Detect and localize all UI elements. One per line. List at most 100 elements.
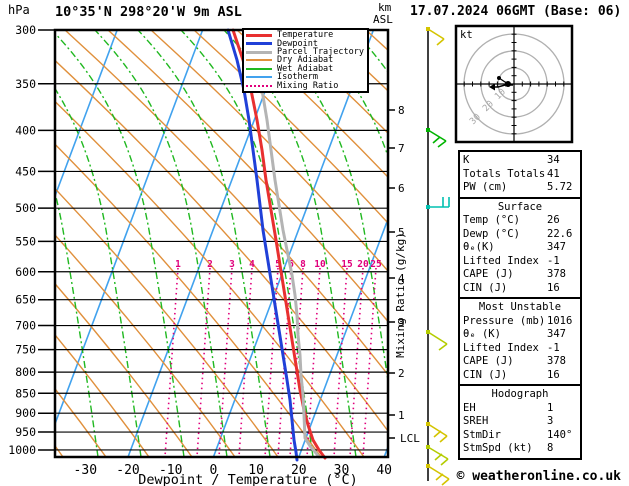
- pressure-tick-label: 800: [15, 365, 36, 379]
- pressure-tick-label: 500: [15, 201, 36, 215]
- mixing-ratio-value: 20: [357, 259, 369, 270]
- panel-row: CIN (J) 16: [463, 282, 577, 296]
- panel-row: StmSpd (kt) 8: [463, 442, 577, 456]
- pressure-tick-label: 550: [15, 234, 36, 248]
- panel-row-value: 22.6: [547, 227, 573, 240]
- mixing-ratio-value: 15: [341, 259, 353, 270]
- pressure-tick-label: 600: [15, 265, 36, 279]
- panel-row-label: K: [463, 154, 470, 166]
- hodograph-point-dot: [497, 76, 501, 80]
- panel-row-label: CAPE (J): [463, 268, 514, 280]
- panel-section-most-unstable: Most Unstable Pressure (mb) 1016 θₑ (K) 347 L…: [458, 297, 582, 386]
- panel-row: θₑ(K) 347: [463, 241, 577, 255]
- mixing-ratio-line: [196, 267, 211, 457]
- wind-barb-flag: [433, 430, 442, 438]
- hodograph-storm-motion-dot: [505, 81, 511, 87]
- legend-row: Mixing Ratio: [246, 80, 365, 91]
- mixing-ratio-axis-label: Mixing Ratio (g/kg): [394, 232, 407, 358]
- wind-barb-flag: [435, 473, 444, 481]
- temp-tick-label: -20: [116, 463, 139, 478]
- km-tick-label: 8: [398, 104, 405, 117]
- panel-row-value: 1016: [547, 314, 573, 327]
- panel-section-title: Surface: [497, 200, 543, 213]
- panel-row-label: StmSpd (kt): [463, 442, 533, 454]
- lcl-label: LCL: [400, 432, 420, 445]
- wind-barb: [426, 464, 450, 486]
- panel-row-value: 8: [547, 442, 554, 454]
- panel-row-label: CIN (J): [463, 281, 508, 294]
- panel-row-label: Pressure (mb): [463, 314, 546, 327]
- panel-row: Pressure (mb) 1016: [463, 315, 577, 329]
- mixing-ratio-line: [264, 267, 279, 457]
- panel-row-label: Lifted Index: [463, 341, 539, 354]
- wind-barb-flag: [441, 478, 450, 486]
- panel-row: K 34: [463, 154, 577, 168]
- altitude-axis: 87654321LCLMixing Ratio (g/kg): [388, 104, 420, 445]
- panel-row: SREH 3: [463, 415, 577, 429]
- temp-tick-label: 40: [376, 463, 392, 478]
- sounding-screenshot: hPa 10°35'N 298°20'W 9m ASL 17.07.2024 0…: [0, 0, 629, 486]
- profile-traces: [226, 28, 327, 462]
- pressure-tick-label: 350: [15, 77, 36, 91]
- panel-section-title: Most Unstable: [478, 301, 562, 313]
- temp-tick-label: -30: [74, 463, 97, 478]
- panel-section-surface: Surface Temp (°C) 26 Dewp (°C) 22.6 θₑ(K) 347 L…: [458, 196, 582, 299]
- copyright: © weatheronline.co.uk: [456, 469, 621, 484]
- legend-row: Temperature: [246, 31, 365, 39]
- km-tick-label: 1: [398, 409, 405, 422]
- panel-row-label: Dewp (°C): [463, 227, 520, 240]
- pressure-tick-label: 750: [15, 343, 36, 357]
- legend: Temperature Dewpoint Parcel Trajectory Dry …: [242, 28, 369, 93]
- x-axis-title: Dewpoint / Temperature (°C): [138, 472, 357, 486]
- legend-label: Mixing Ratio: [277, 80, 339, 91]
- wind-barb: [426, 197, 450, 209]
- pressure-tick-label: 300: [15, 23, 36, 37]
- wind-barb-stem: [427, 28, 445, 40]
- wind-barb: [426, 422, 448, 443]
- mixing-ratio-value: 8: [300, 259, 306, 270]
- mixing-ratio-value: 2: [207, 259, 213, 270]
- panel-row-value: 347: [547, 328, 566, 340]
- hodograph-unit-label: kt: [460, 29, 473, 41]
- panel-section: K 34 Totals Totals 41 PW (cm) 5.72: [458, 150, 582, 199]
- wind-barb-flag: [440, 458, 449, 466]
- panel-row-label: SREH: [463, 415, 489, 427]
- panel-row-value: 16: [547, 368, 560, 381]
- panel-row-value: 378: [547, 355, 566, 367]
- panel-row-label: StmDir: [463, 428, 501, 441]
- panel-row-value: -1: [547, 254, 560, 267]
- panel-row: Totals Totals 41: [463, 168, 577, 182]
- wind-barb-flag: [434, 453, 443, 461]
- panel-row-value: 140°: [547, 428, 573, 441]
- wind-barb-flag: [439, 435, 448, 443]
- wind-barb-flag: [438, 343, 448, 351]
- mixing-ratio-value: 10: [314, 259, 326, 270]
- panel-row: PW (cm) 5.72: [463, 181, 577, 195]
- panel-row: Lifted Index -1: [463, 342, 577, 356]
- panel-row-value: 347: [547, 241, 566, 253]
- panel-row-value: -1: [547, 341, 560, 354]
- pressure-tick-label: 400: [15, 123, 36, 137]
- legend-swatch-parcel-trajectory: [246, 50, 272, 54]
- panel-row-value: 3: [547, 415, 554, 427]
- wind-barb: [426, 128, 447, 148]
- wind-barb: [426, 330, 448, 351]
- wind-barb-stem: [427, 331, 448, 345]
- indices-panel: K 34 Totals Totals 41 PW (cm) 5.72 Surface Temp…: [458, 150, 582, 460]
- legend-swatch-dewpoint: [246, 42, 272, 46]
- mixing-ratio-value: 1: [175, 259, 181, 270]
- mixing-ratio-value: 25: [370, 259, 382, 270]
- legend-label: Temperature: [277, 30, 334, 41]
- mixing-ratio-line: [362, 267, 377, 457]
- pressure-tick-label: 950: [15, 425, 36, 439]
- panel-row-value: 1: [547, 401, 554, 414]
- km-tick-label: 6: [398, 182, 405, 195]
- panel-section-title: Hodograph: [491, 388, 549, 400]
- km-tick-label: 7: [398, 142, 405, 155]
- wind-barb-flag: [436, 38, 445, 46]
- panel-section-hodograph: Hodograph EH 1 SREH 3 StmDir 140° StmSpd (kt) 8: [458, 384, 582, 460]
- panel-row-value: 378: [547, 268, 566, 280]
- wind-barb-column: [426, 27, 450, 486]
- pressure-tick-label: 850: [15, 386, 36, 400]
- legend-swatch-wet-adiabat: [246, 67, 272, 70]
